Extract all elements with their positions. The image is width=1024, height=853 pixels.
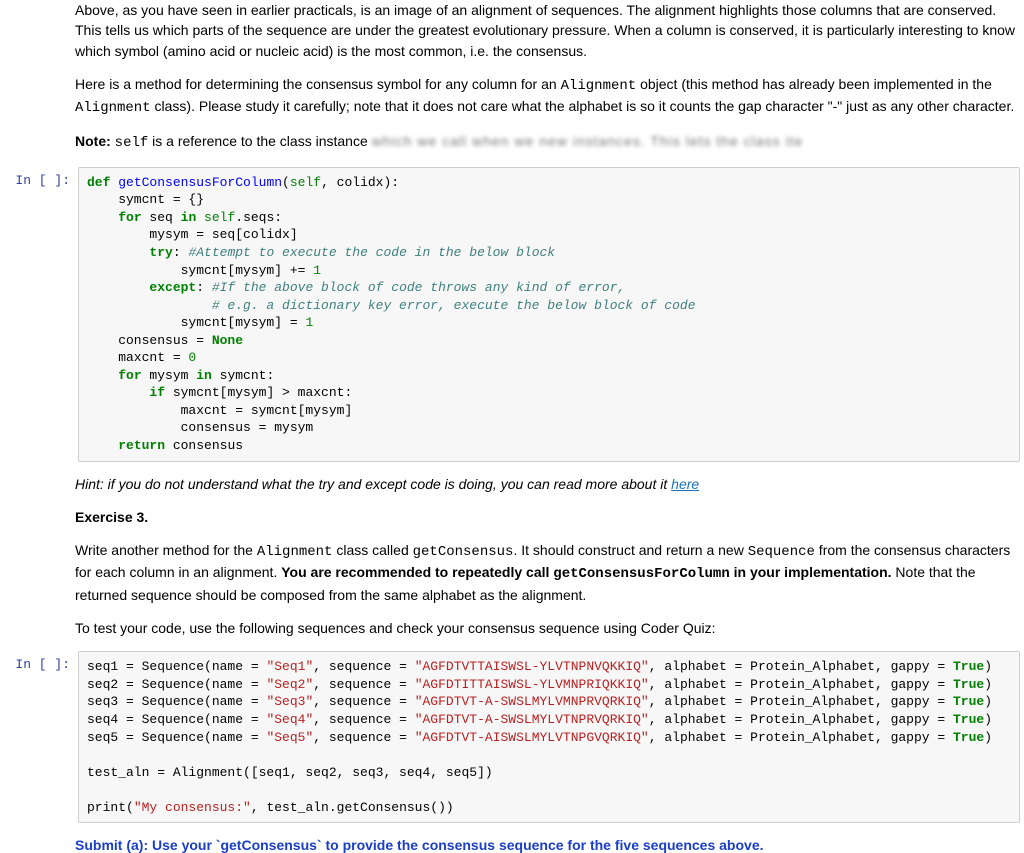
code-inline: Alignment	[561, 78, 637, 94]
intro-p2: Here is a method for determining the con…	[75, 74, 1020, 119]
intro-note: Note: self is a reference to the class i…	[75, 131, 1020, 153]
exercise-p1: Write another method for the Alignment c…	[75, 540, 1020, 605]
code-inline: Alignment	[75, 100, 151, 116]
code-input[interactable]: def getConsensusForColumn(self, colidx):…	[78, 167, 1020, 462]
intro-p1: Above, as you have seen in earlier pract…	[75, 0, 1020, 61]
code-cell-2[interactable]: In [ ]: seq1 = Sequence(name = "Seq1", s…	[0, 651, 1024, 823]
code-inline: self	[115, 135, 149, 151]
input-prompt: In [ ]:	[0, 167, 78, 462]
code-cell-1[interactable]: In [ ]: def getConsensusForColumn(self, …	[0, 167, 1024, 462]
code-input[interactable]: seq1 = Sequence(name = "Seq1", sequence …	[78, 651, 1020, 823]
hint-p: Hint: if you do not understand what the …	[75, 474, 1020, 494]
exercise-p2: To test your code, use the following seq…	[75, 618, 1020, 638]
exercise-title: Exercise 3.	[75, 507, 1020, 527]
submit-instruction: Submit (a): Use your `getConsensus` to p…	[75, 837, 1020, 853]
hint-link[interactable]: here	[671, 476, 699, 492]
code-inline: Alignment	[257, 544, 333, 560]
input-prompt: In [ ]:	[0, 651, 78, 823]
code-inline: Sequence	[748, 544, 815, 560]
notebook-container: Above, as you have seen in earlier pract…	[0, 0, 1024, 853]
blurred-text: which we call when we new instances. Thi…	[372, 131, 804, 151]
intro-text: Above, as you have seen in earlier pract…	[75, 0, 1020, 154]
hint-text: Hint: if you do not understand what the …	[75, 474, 1020, 639]
code-inline: getConsensus	[413, 544, 514, 560]
code-inline: getConsensusForColumn	[553, 566, 729, 582]
note-label: Note:	[75, 133, 111, 149]
